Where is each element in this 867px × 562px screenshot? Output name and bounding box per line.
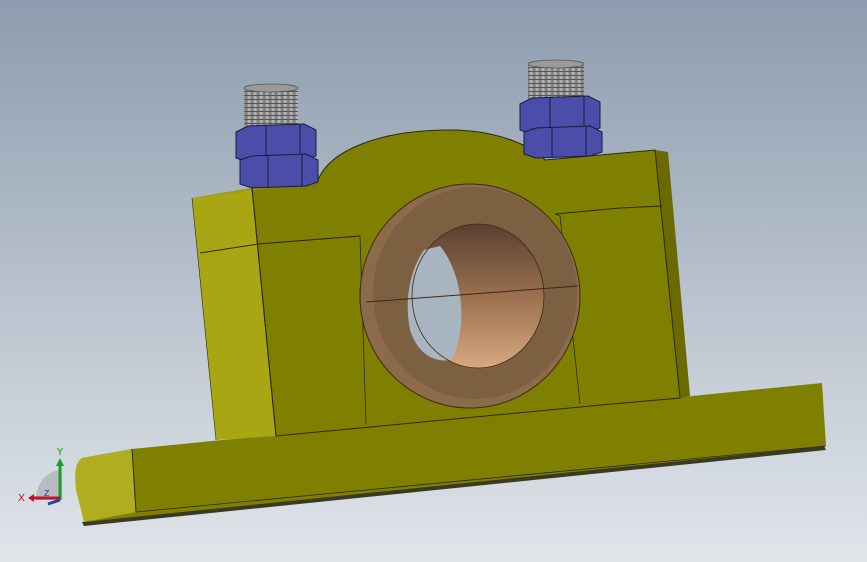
- z-axis-line: [47, 498, 61, 506]
- x-axis-arrow: [28, 494, 34, 502]
- orientation-triad[interactable]: Y X Z: [0, 0, 867, 562]
- x-axis-label: X: [18, 493, 25, 504]
- graphics-viewport[interactable]: Y X Z: [0, 0, 867, 562]
- y-axis-arrow: [56, 458, 64, 466]
- z-axis-label: Z: [44, 489, 50, 498]
- y-axis-label: Y: [56, 447, 64, 458]
